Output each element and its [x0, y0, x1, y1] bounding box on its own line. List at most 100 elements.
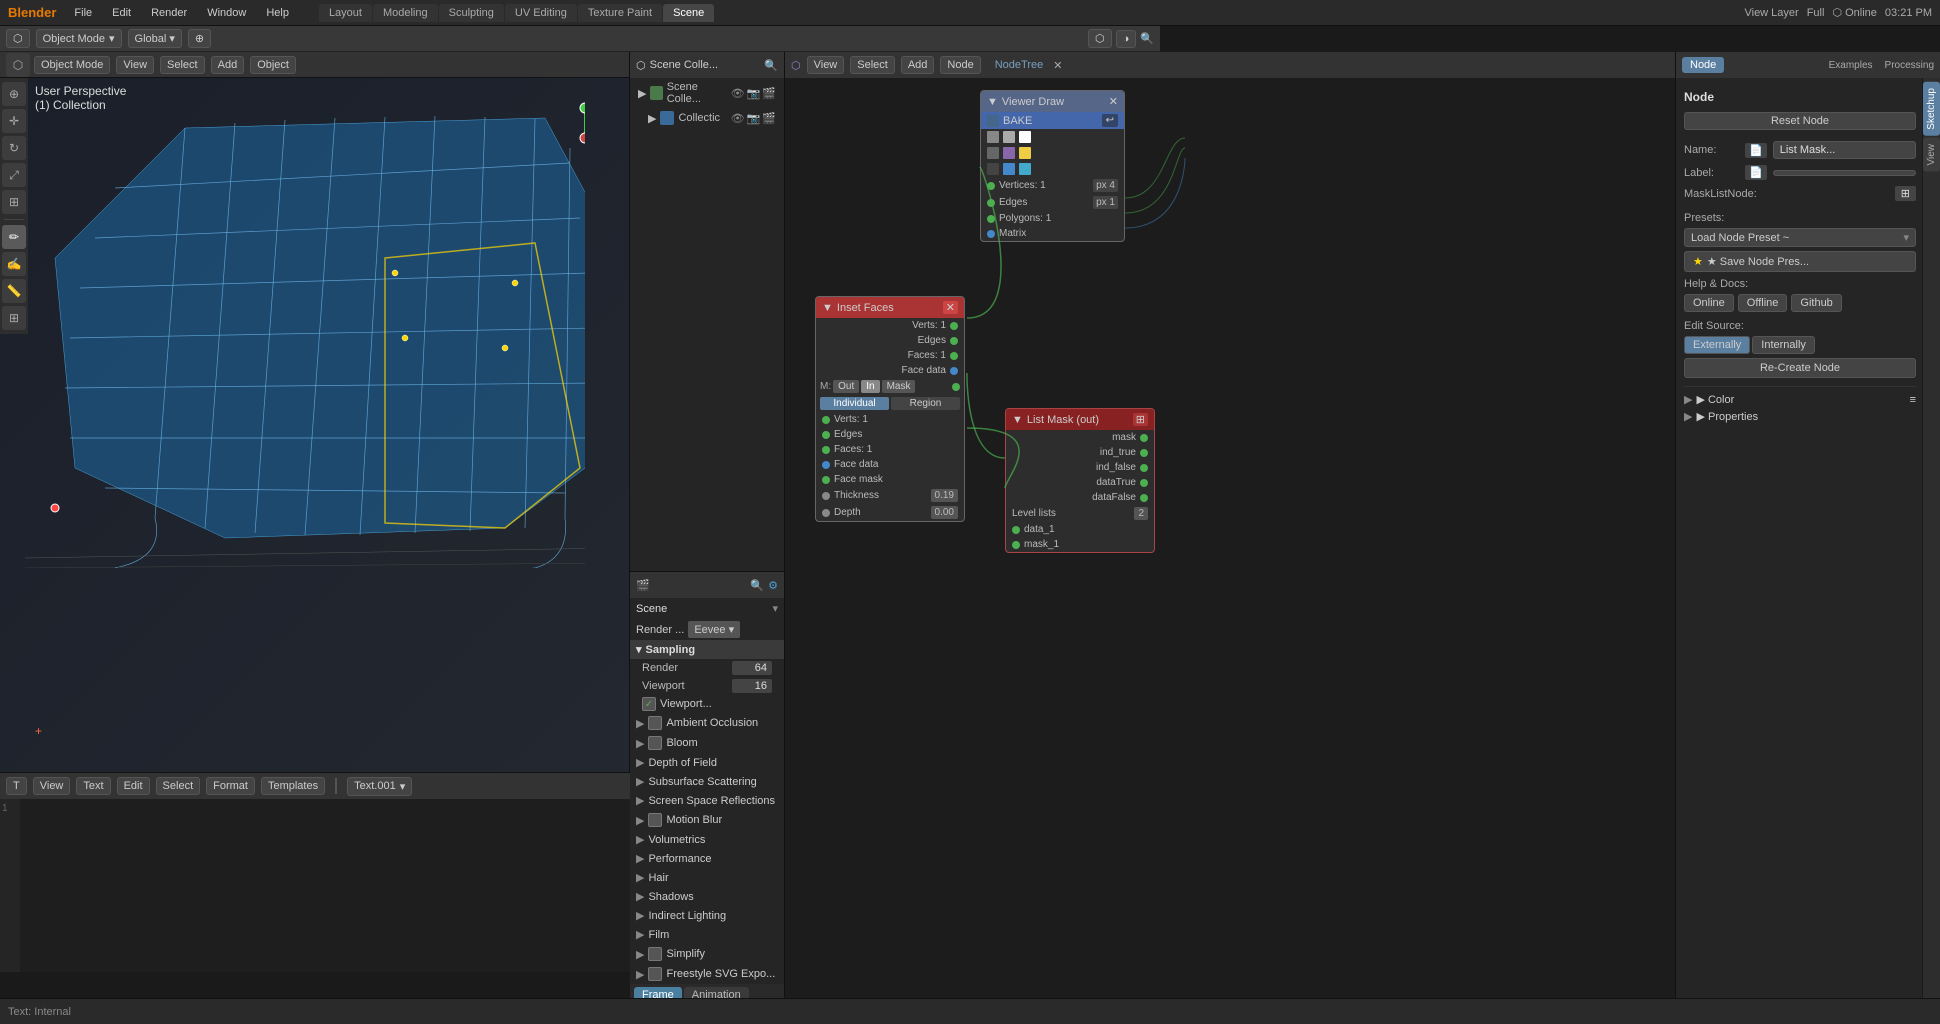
tool-transform[interactable]: ⊞: [2, 190, 26, 214]
internally-btn[interactable]: Internally: [1752, 336, 1815, 354]
menu-file[interactable]: File: [66, 5, 100, 21]
transform-btn[interactable]: ⊕: [188, 29, 211, 48]
overlay-btn[interactable]: ⬡: [1088, 29, 1112, 48]
shading-btn[interactable]: ◑: [1116, 30, 1137, 48]
props-section-header[interactable]: ▶ ▶ Properties: [1684, 410, 1916, 423]
frame-tab[interactable]: Frame: [634, 987, 682, 998]
hair-row[interactable]: ▶ Hair: [630, 868, 784, 887]
render-icon-btn[interactable]: 🎬: [636, 579, 650, 592]
listmask-collapse[interactable]: ▼: [1012, 414, 1023, 426]
motion-blur-row[interactable]: ▶ Motion Blur: [630, 810, 784, 830]
text-templates-btn[interactable]: Templates: [261, 777, 325, 795]
global-btn[interactable]: Global ▾: [128, 29, 182, 48]
menu-render[interactable]: Render: [143, 5, 195, 21]
tool-cursor[interactable]: ⊕: [2, 82, 26, 106]
text-select-btn[interactable]: Select: [156, 777, 201, 795]
color-section-header[interactable]: ▶ ▶ Color ≡: [1684, 393, 1916, 406]
outliner-scene-item[interactable]: ▶ Scene Colle... 👁 📷 🎬: [630, 78, 784, 108]
depth-value[interactable]: 0.00: [931, 506, 958, 519]
tool-add[interactable]: ⊞: [2, 306, 26, 330]
node-canvas[interactable]: ▼ Viewer Draw ✕ BAKE ↩: [785, 78, 1675, 998]
tab-sculpting[interactable]: Sculpting: [439, 4, 504, 22]
menu-window[interactable]: Window: [199, 5, 254, 21]
menu-edit[interactable]: Edit: [104, 5, 139, 21]
select-btn[interactable]: Select: [160, 56, 205, 74]
text-edit-btn[interactable]: Edit: [117, 777, 150, 795]
save-preset-button[interactable]: ★ ★ Save Node Pres...: [1684, 251, 1916, 272]
node-tree-close[interactable]: ✕: [1053, 59, 1062, 72]
text-view-btn[interactable]: View: [33, 777, 71, 795]
masklistnode-btn[interactable]: ⊞: [1895, 186, 1916, 201]
online-help-btn[interactable]: Online: [1684, 294, 1734, 312]
add-btn[interactable]: Add: [211, 56, 245, 74]
tool-measure[interactable]: 📏: [2, 279, 26, 303]
individual-btn[interactable]: Individual: [820, 397, 889, 410]
collection-eye-icon[interactable]: 👁: [731, 112, 745, 125]
outliner-collection-item[interactable]: ▶ Collectic 👁 📷 🎬: [630, 108, 784, 128]
tab-scene[interactable]: Scene: [663, 4, 714, 22]
tab-modeling[interactable]: Modeling: [373, 4, 438, 22]
object-btn[interactable]: Object: [250, 56, 296, 74]
simplify-row[interactable]: ▶ Simplify: [630, 944, 784, 964]
viewport-samples-value[interactable]: 16: [732, 679, 772, 693]
mask-btn[interactable]: Mask: [882, 380, 916, 393]
inset-faces-node[interactable]: ▼ Inset Faces ✕ Verts: 1 Edges Faces: 1: [815, 296, 965, 522]
scene-chevron[interactable]: ▾: [772, 602, 778, 615]
view-btn[interactable]: View: [116, 56, 154, 74]
listmask-close[interactable]: ⊞: [1133, 413, 1148, 426]
vtab-sketchup[interactable]: Sketchup: [1923, 82, 1940, 136]
tool-select[interactable]: ⬡: [6, 53, 30, 77]
film-row[interactable]: ▶ Film: [630, 925, 784, 944]
list-mask-node[interactable]: ▼ List Mask (out) ⊞ mask ind_true ind_fa…: [1005, 408, 1155, 553]
bake-btn[interactable]: ↩: [1102, 114, 1118, 127]
volumetrics-row[interactable]: ▶ Volumetrics: [630, 830, 784, 849]
node-view-btn[interactable]: View: [807, 56, 845, 74]
text-format-btn[interactable]: Format: [206, 777, 255, 795]
out-btn[interactable]: Out: [833, 380, 859, 393]
inset-collapse[interactable]: ▼: [822, 302, 833, 314]
level-lists-value[interactable]: 2: [1134, 507, 1148, 520]
viewer-draw-node[interactable]: ▼ Viewer Draw ✕ BAKE ↩: [980, 90, 1125, 242]
render-engine-select[interactable]: Eevee ▾: [688, 621, 740, 638]
reset-node-button[interactable]: Reset Node: [1684, 112, 1916, 130]
mb-checkbox[interactable]: [648, 813, 662, 827]
render-search[interactable]: 🔍: [750, 579, 764, 592]
text-mode-icon[interactable]: T: [6, 777, 27, 795]
region-btn[interactable]: Region: [891, 397, 960, 410]
color-list-icon[interactable]: ≡: [1910, 394, 1916, 406]
object-mode-dropdown[interactable]: Object Mode ▾: [36, 29, 122, 48]
node-node-btn[interactable]: Node: [940, 56, 980, 74]
node-select-btn[interactable]: Select: [850, 56, 895, 74]
text-file-selector[interactable]: Text.001 ▾: [347, 777, 412, 796]
load-preset-dropdown[interactable]: Load Node Preset ~ ▾: [1684, 228, 1916, 247]
fs-checkbox[interactable]: [648, 967, 662, 981]
render-icon[interactable]: 🎬: [762, 87, 776, 100]
indirect-lighting-row[interactable]: ▶ Indirect Lighting: [630, 906, 784, 925]
tool-draw[interactable]: ✏: [2, 225, 26, 249]
tab-uv-editing[interactable]: UV Editing: [505, 4, 577, 22]
tool-scale[interactable]: ⤢: [2, 163, 26, 187]
label-value[interactable]: [1773, 170, 1916, 176]
processing-btn[interactable]: Processing: [1885, 60, 1934, 71]
tab-texture-paint[interactable]: Texture Paint: [578, 4, 662, 22]
ao-checkbox[interactable]: [648, 716, 662, 730]
sss-row[interactable]: ▶ Subsurface Scattering: [630, 772, 784, 791]
viewer-draw-collapse[interactable]: ▼: [987, 96, 998, 108]
eye-icon[interactable]: 👁: [731, 87, 745, 100]
externally-btn[interactable]: Externally: [1684, 336, 1750, 354]
in-btn[interactable]: In: [861, 380, 879, 393]
offline-help-btn[interactable]: Offline: [1738, 294, 1788, 312]
shadows-row[interactable]: ▶ Shadows: [630, 887, 784, 906]
viewport-icon-dropdown[interactable]: ⬡: [6, 29, 30, 48]
collection-camera-icon[interactable]: 📷: [747, 112, 761, 125]
recreate-node-button[interactable]: Re-Create Node: [1684, 358, 1916, 378]
thickness-value[interactable]: 0.19: [931, 489, 958, 502]
tool-rotate[interactable]: ↻: [2, 136, 26, 160]
bake-row[interactable]: BAKE ↩: [981, 112, 1124, 129]
outliner-search[interactable]: 🔍: [764, 59, 778, 72]
vtab-view2[interactable]: View: [1923, 138, 1940, 172]
tool-move[interactable]: ✛: [2, 109, 26, 133]
inset-close[interactable]: ✕: [943, 301, 958, 314]
tool-annotate[interactable]: ✍: [2, 252, 26, 276]
menu-help[interactable]: Help: [258, 5, 297, 21]
